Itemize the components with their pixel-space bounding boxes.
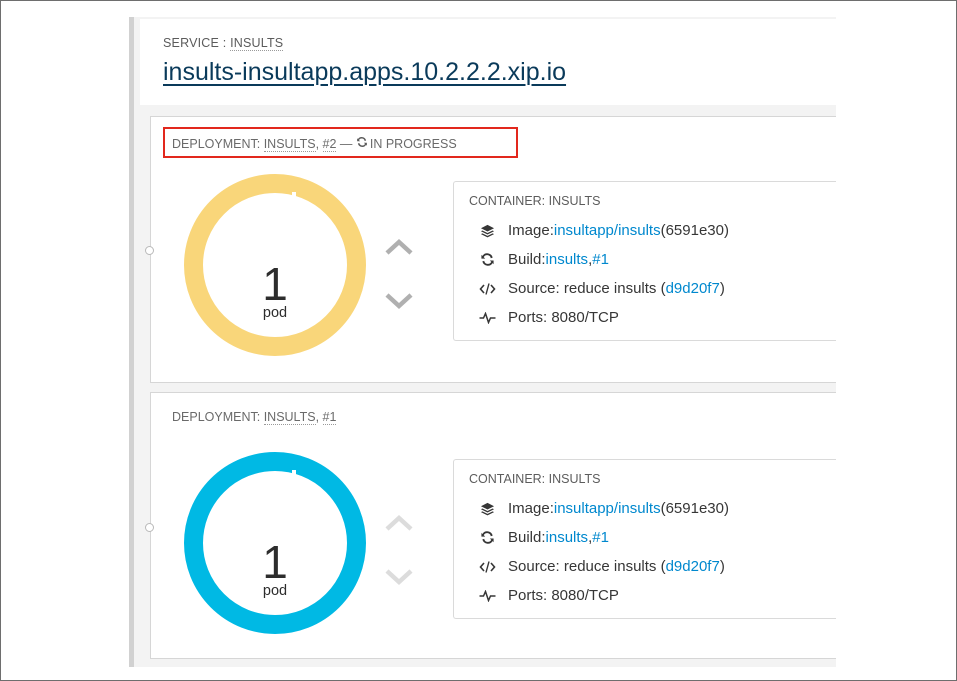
pod-count: 1: [262, 536, 288, 588]
container-source-row: Source: reduce insults (d9d20f7): [478, 280, 725, 297]
image-hash: (6591e30): [660, 500, 729, 517]
layers-icon: [478, 502, 496, 516]
chevron-down-icon: [383, 566, 415, 588]
pulse-icon: [478, 589, 496, 602]
sync-icon: [478, 252, 496, 267]
container-card: CONTAINER: INSULTS Image: insultapp/insu…: [453, 181, 836, 341]
chevron-down-icon[interactable]: [383, 290, 415, 312]
donut-gap: [292, 192, 296, 214]
source-label: Source: reduce insults (: [508, 558, 666, 575]
container-image-row: Image: insultapp/insults (6591e30): [478, 222, 729, 239]
service-name-link[interactable]: INSULTS: [230, 36, 284, 51]
pulse-icon: [478, 311, 496, 324]
image-link[interactable]: insultapp/insults: [554, 500, 661, 517]
deployment-title: DEPLOYMENT: INSULTS, #1: [172, 410, 337, 425]
connector-dot: [145, 523, 154, 532]
source-close: ): [719, 280, 725, 297]
deployment-name-link[interactable]: INSULTS: [263, 410, 316, 425]
sync-icon: [478, 530, 496, 545]
container-title: CONTAINER: INSULTS: [469, 472, 601, 486]
container-title: CONTAINER: INSULTS: [469, 194, 601, 208]
container-image-row: Image: insultapp/insults (6591e30): [478, 500, 729, 517]
image-link[interactable]: insultapp/insults: [554, 222, 661, 239]
source-commit-link[interactable]: d9d20f7: [666, 558, 720, 575]
build-link[interactable]: insults: [546, 529, 589, 546]
build-label: Build:: [508, 251, 546, 268]
container-ports-row: Ports: 8080/TCP: [478, 587, 619, 604]
pod-count: 1: [262, 258, 288, 310]
connector-dot: [145, 246, 154, 255]
service-route-link[interactable]: insults-insultapp.apps.10.2.2.2.xip.io: [163, 58, 566, 87]
build-number-link[interactable]: #1: [592, 529, 609, 546]
build-link[interactable]: insults: [546, 251, 589, 268]
pod-unit-label: pod: [262, 583, 288, 599]
build-number-link[interactable]: #1: [592, 251, 609, 268]
container-card: CONTAINER: INSULTS Image: insultapp/insu…: [453, 459, 836, 619]
deployment-title-prefix: DEPLOYMENT:: [172, 410, 264, 424]
container-build-row: Build: insults, #1: [478, 529, 609, 546]
layers-icon: [478, 224, 496, 238]
image-label: Image:: [508, 500, 554, 517]
container-source-row: Source: reduce insults (d9d20f7): [478, 558, 725, 575]
image-hash: (6591e30): [660, 222, 729, 239]
ports-label: Ports: 8080/TCP: [508, 309, 619, 326]
highlight-annotation: [163, 127, 518, 158]
donut-gap: [292, 470, 296, 492]
ports-label: Ports: 8080/TCP: [508, 587, 619, 604]
chevron-up-icon: [383, 512, 415, 534]
service-label-prefix: SERVICE :: [163, 36, 231, 50]
pod-donut-chart: 1 pod: [184, 452, 366, 634]
build-label: Build:: [508, 529, 546, 546]
deployment-revision-link[interactable]: #1: [322, 410, 337, 425]
container-ports-row: Ports: 8080/TCP: [478, 309, 619, 326]
code-icon: [478, 282, 496, 295]
code-icon: [478, 560, 496, 573]
image-label: Image:: [508, 222, 554, 239]
chevron-up-icon[interactable]: [383, 236, 415, 258]
service-panel-edge: [129, 17, 134, 667]
source-commit-link[interactable]: d9d20f7: [666, 280, 720, 297]
pod-donut-chart: 1 pod: [184, 174, 366, 356]
source-close: ): [719, 558, 725, 575]
deployment-title-sep: ,: [315, 410, 323, 424]
pod-unit-label: pod: [262, 305, 288, 321]
source-label: Source: reduce insults (: [508, 280, 666, 297]
container-build-row: Build: insults, #1: [478, 251, 609, 268]
service-label: SERVICE : INSULTS: [163, 36, 284, 51]
